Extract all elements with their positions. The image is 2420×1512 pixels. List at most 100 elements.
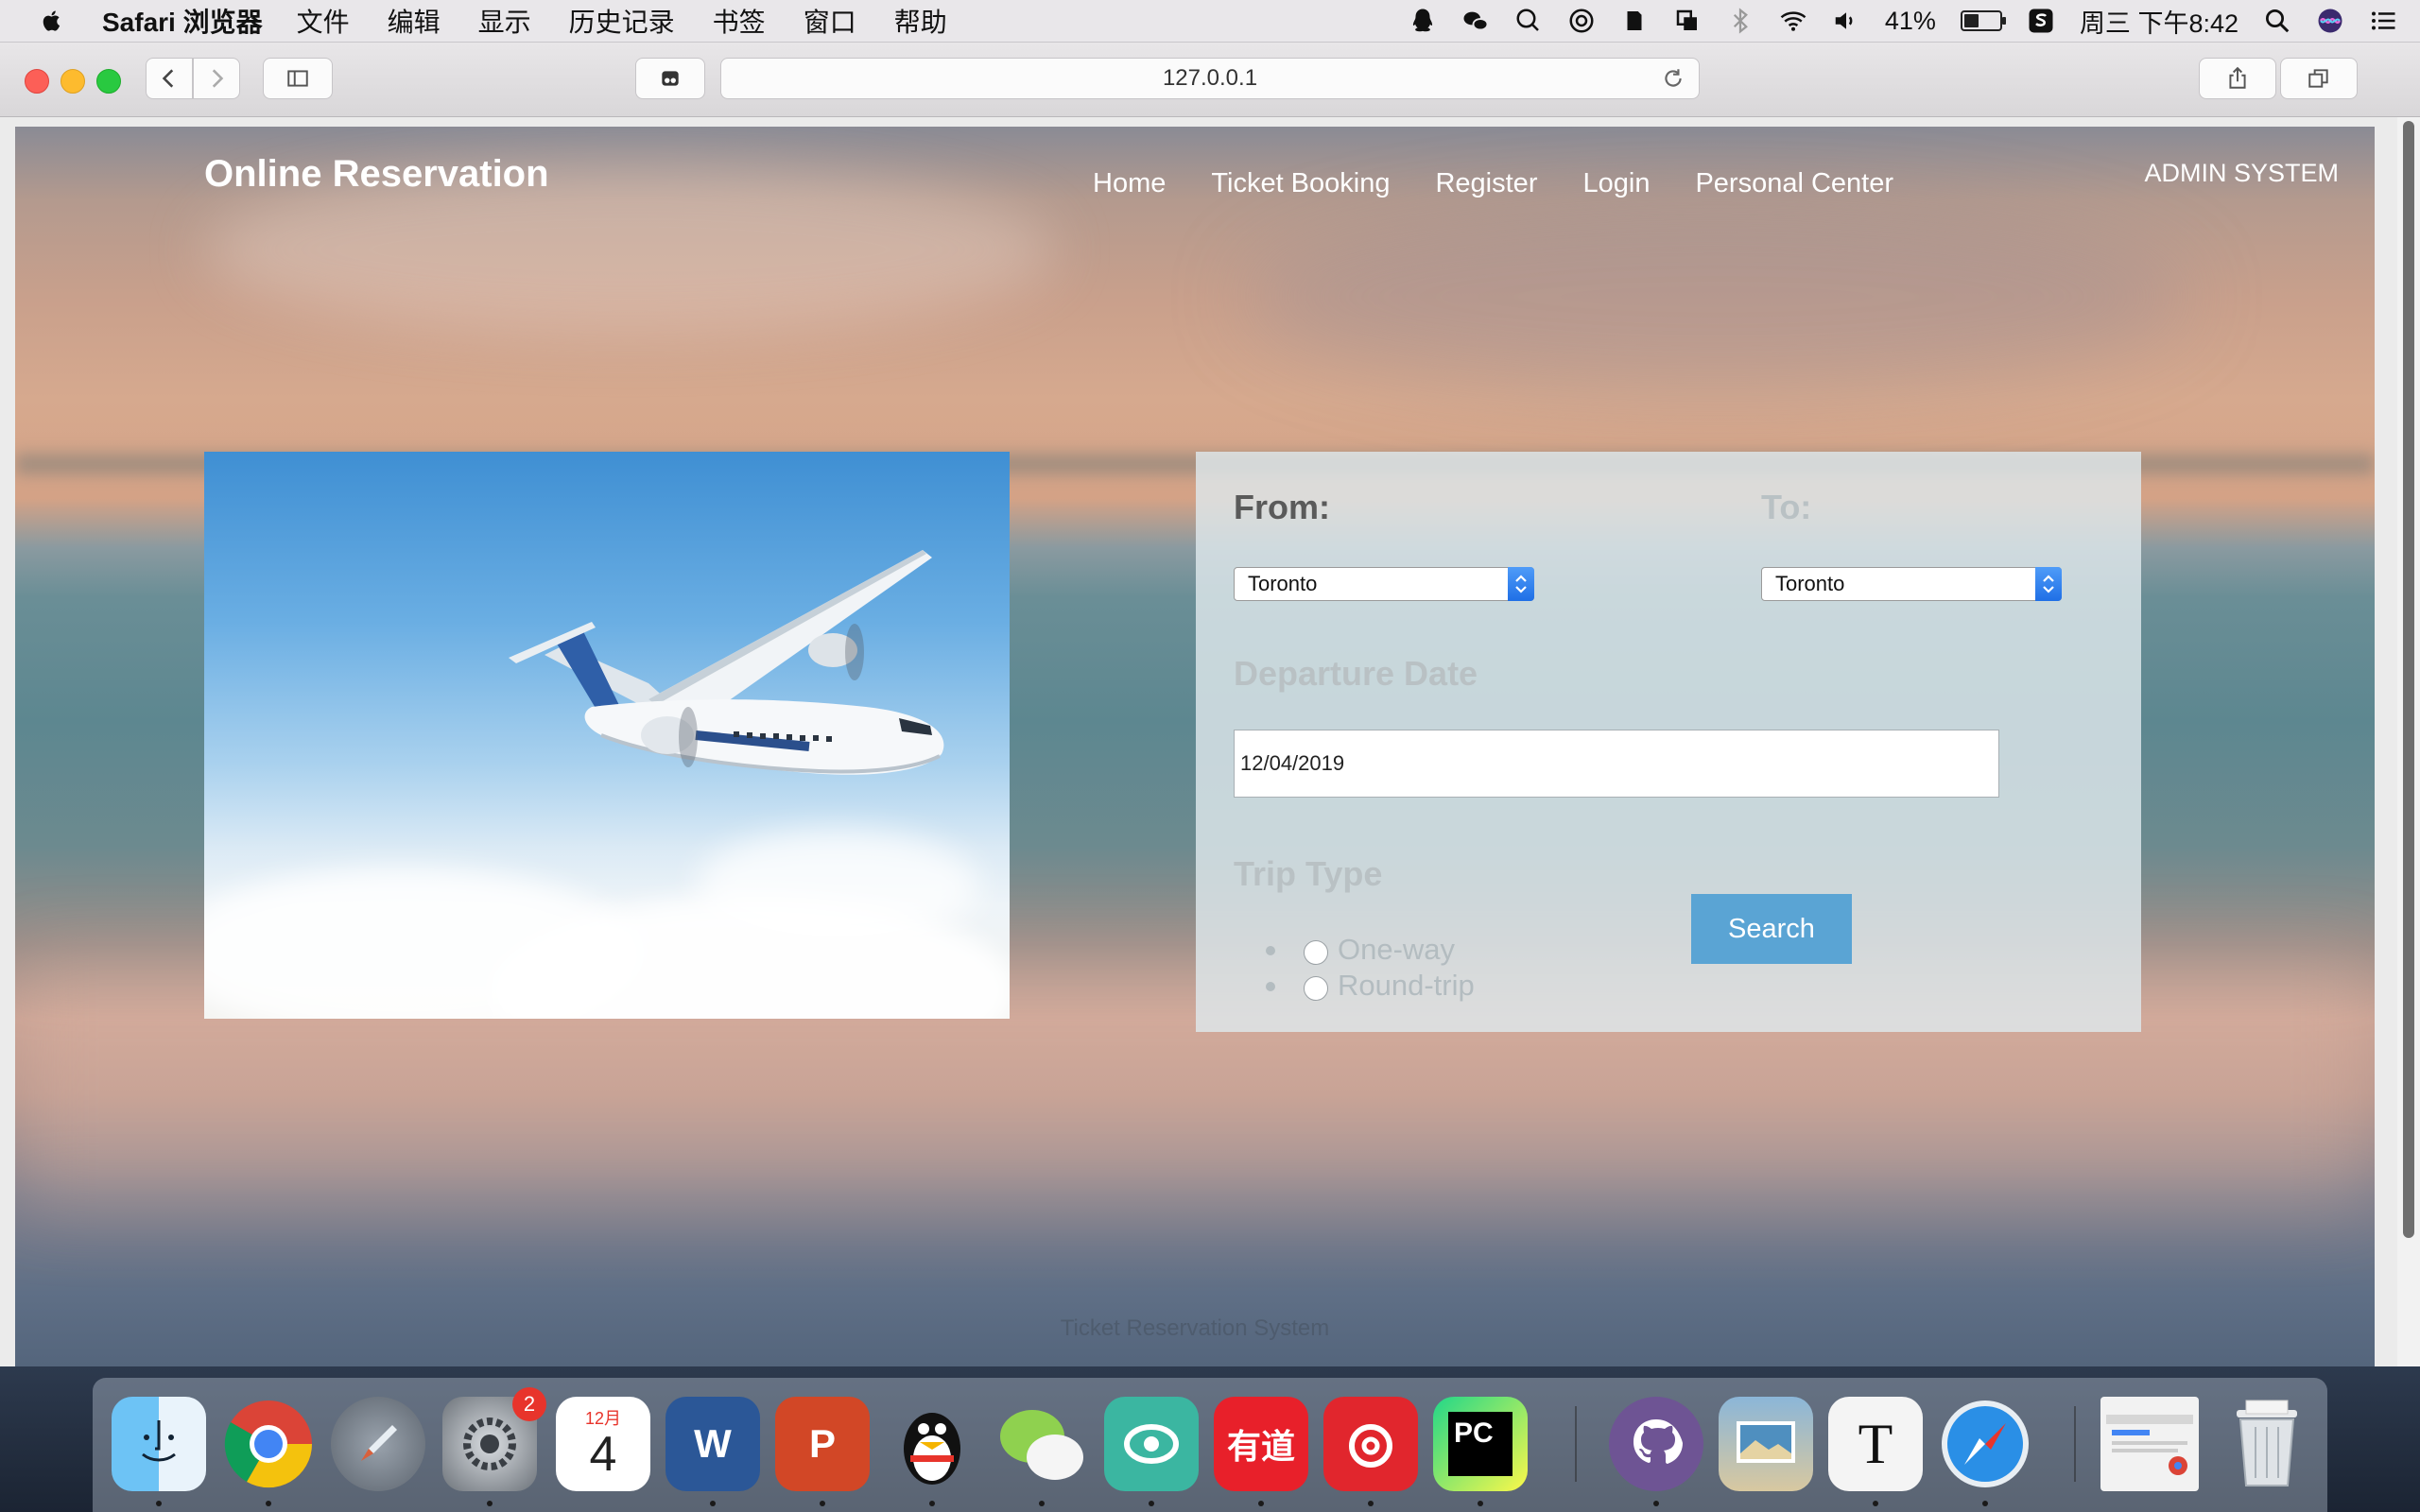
bullet-icon: [1266, 946, 1275, 955]
pycharm-label: PC: [1448, 1412, 1512, 1476]
sogou-input-icon[interactable]: [2027, 7, 2055, 35]
menu-bar: Safari 浏览器 文件 编辑 显示 历史记录 书签 窗口 帮助 41% 周三…: [0, 0, 2420, 43]
running-indicator: [487, 1501, 493, 1506]
search-button[interactable]: Search: [1691, 894, 1852, 964]
battery-icon[interactable]: [1960, 10, 2006, 31]
running-indicator: [1258, 1501, 1264, 1506]
nav-ticket-booking[interactable]: Ticket Booking: [1211, 168, 1390, 199]
quick-look-icon[interactable]: [1514, 7, 1543, 35]
safari-icon[interactable]: [1938, 1397, 2032, 1491]
clock[interactable]: 周三 下午8:42: [2080, 3, 2238, 40]
sidebar-toggle-button[interactable]: [263, 58, 333, 99]
chrome-icon[interactable]: [221, 1397, 316, 1491]
volume-icon[interactable]: [1832, 7, 1860, 35]
airplane-photo: [204, 452, 1010, 1019]
finder-icon[interactable]: [112, 1397, 206, 1491]
url-text: 127.0.0.1: [1162, 65, 1258, 91]
window-close-button[interactable]: [25, 69, 49, 94]
qq-icon[interactable]: [885, 1397, 979, 1491]
running-indicator: [266, 1501, 271, 1506]
typora-icon[interactable]: T: [1828, 1397, 1923, 1491]
bluetooth-icon[interactable]: [1726, 7, 1754, 35]
wifi-icon[interactable]: [1779, 7, 1807, 35]
from-select[interactable]: Toronto: [1234, 567, 1534, 601]
trip-type-options: One-way Round-trip: [1266, 932, 1475, 1004]
trip-option-one-way[interactable]: One-way: [1266, 932, 1475, 968]
address-bar[interactable]: 127.0.0.1: [720, 58, 1700, 99]
one-way-radio[interactable]: [1304, 940, 1328, 965]
sync-status-icon[interactable]: [1567, 7, 1596, 35]
notification-badge: 2: [512, 1387, 546, 1421]
notification-center-icon[interactable]: [2369, 7, 2397, 35]
qq-status-icon[interactable]: [1409, 7, 1437, 35]
scrollbar-thumb[interactable]: [2403, 121, 2414, 1238]
running-indicator: [929, 1501, 935, 1506]
forward-button[interactable]: [193, 58, 240, 99]
one-way-label: One-way: [1338, 933, 1456, 966]
pycharm-icon[interactable]: PC: [1433, 1397, 1528, 1491]
footer-text: Ticket Reservation System: [1060, 1315, 1330, 1341]
netease-music-icon[interactable]: [1323, 1397, 1418, 1491]
spotlight-search-icon[interactable]: [2263, 7, 2291, 35]
to-select[interactable]: Toronto: [1761, 567, 2062, 601]
trash-icon[interactable]: [2220, 1397, 2314, 1491]
system-preferences-icon[interactable]: 2: [442, 1387, 546, 1491]
github-desktop-icon[interactable]: [1609, 1397, 1703, 1491]
browser-toolbar: 127.0.0.1 +: [0, 43, 2420, 153]
dock-separator: [2074, 1406, 2076, 1482]
apple-icon[interactable]: [38, 7, 66, 35]
evernote-icon[interactable]: [1620, 7, 1649, 35]
page-scrollbar[interactable]: [2397, 117, 2420, 1366]
wechat-icon[interactable]: [994, 1397, 1089, 1491]
site-logo[interactable]: Online Reservation: [204, 153, 549, 196]
preview-icon[interactable]: [1719, 1397, 1813, 1491]
screenshot-icon[interactable]: [1673, 7, 1702, 35]
trip-option-round-trip[interactable]: Round-trip: [1266, 968, 1475, 1004]
menu-window[interactable]: 窗口: [804, 2, 856, 40]
menu-view[interactable]: 显示: [478, 2, 531, 40]
window-zoom-button[interactable]: [96, 69, 121, 94]
running-indicator: [1478, 1501, 1483, 1506]
show-all-tabs-button[interactable]: [2280, 58, 2358, 99]
admin-system-link[interactable]: ADMIN SYSTEM: [2144, 159, 2339, 188]
eye-app-icon[interactable]: [1104, 1397, 1199, 1491]
powerpoint-icon[interactable]: P: [775, 1397, 870, 1491]
menu-edit[interactable]: 编辑: [388, 2, 441, 40]
round-trip-label: Round-trip: [1338, 969, 1475, 1002]
wechat-status-icon[interactable]: [1461, 7, 1490, 35]
youdao-icon[interactable]: 有道: [1214, 1397, 1308, 1491]
menu-history[interactable]: 历史记录: [569, 2, 675, 40]
nav-register[interactable]: Register: [1435, 168, 1537, 199]
word-icon[interactable]: W: [666, 1397, 760, 1491]
launchpad-icon[interactable]: [331, 1397, 425, 1491]
window-minimize-button[interactable]: [60, 69, 85, 94]
nav-home[interactable]: Home: [1093, 168, 1166, 199]
site-nav: Home Ticket Booking Register Login Perso…: [1093, 168, 1893, 199]
bullet-icon: [1266, 982, 1275, 991]
chevron-left-icon: [162, 69, 174, 88]
round-trip-radio[interactable]: [1304, 976, 1328, 1001]
share-icon: [2229, 66, 2246, 89]
ghostery-icon: [662, 71, 679, 86]
running-indicator: [156, 1501, 162, 1506]
chevron-right-icon: [212, 69, 224, 88]
reload-icon[interactable]: [1661, 66, 1685, 91]
back-button[interactable]: [146, 58, 193, 99]
departure-date-input[interactable]: 12/04/2019: [1234, 730, 1999, 798]
tab-overview-button[interactable]: [635, 58, 705, 99]
nav-personal-center[interactable]: Personal Center: [1695, 168, 1893, 199]
from-select-value: Toronto: [1248, 572, 1318, 595]
nav-login[interactable]: Login: [1582, 168, 1650, 199]
running-indicator: [1873, 1501, 1878, 1506]
siri-icon[interactable]: [2316, 7, 2344, 35]
booking-panel: From: To: Toronto Toronto Departure Date…: [1196, 452, 2141, 1032]
to-select-value: Toronto: [1775, 572, 1845, 595]
calendar-icon[interactable]: 12月 4: [556, 1397, 650, 1491]
calendar-day: 4: [589, 1427, 617, 1482]
menu-app-name[interactable]: Safari 浏览器: [102, 2, 263, 40]
menu-help[interactable]: 帮助: [894, 2, 947, 40]
menu-file[interactable]: 文件: [297, 2, 350, 40]
share-button[interactable]: [2199, 58, 2276, 99]
chrome-window-thumbnail[interactable]: [2100, 1397, 2199, 1491]
menu-bookmarks[interactable]: 书签: [713, 2, 766, 40]
